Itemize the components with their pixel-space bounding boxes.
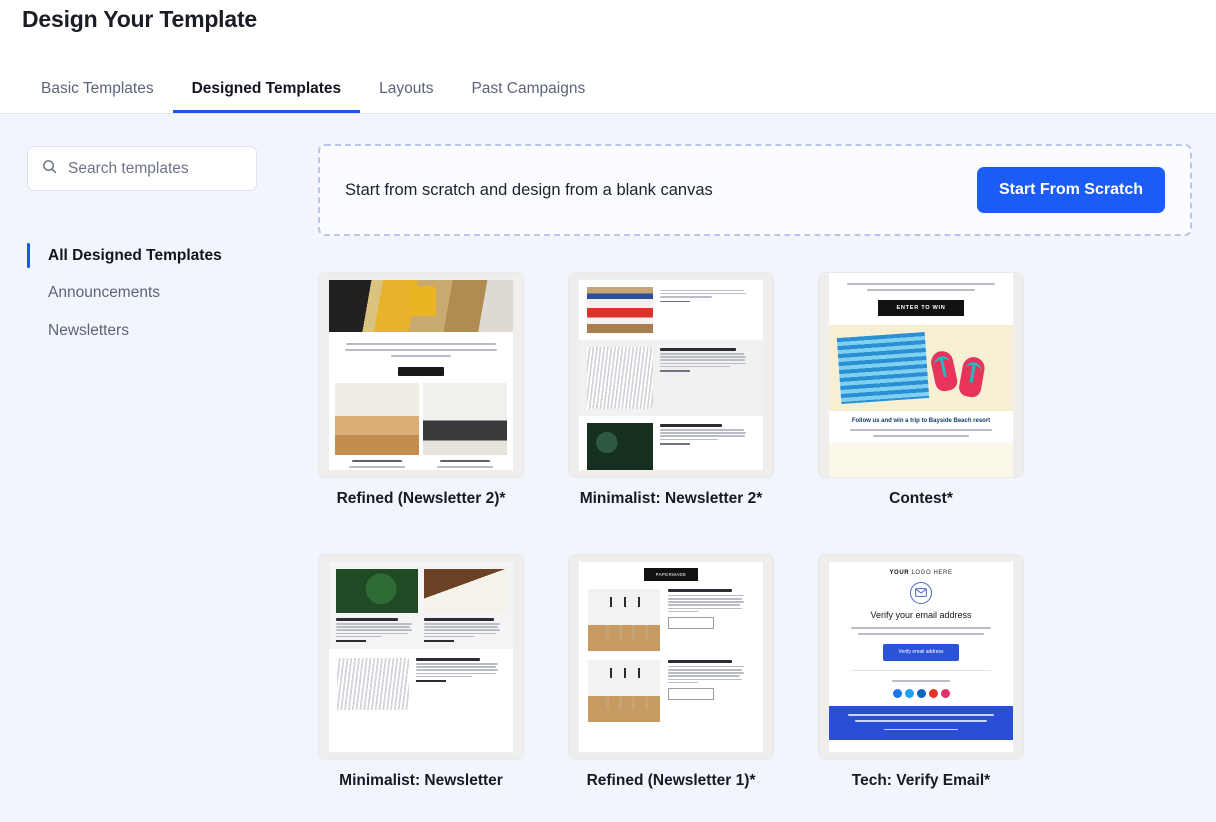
youtube-icon — [929, 689, 938, 698]
template-thumbnail[interactable]: PAPERMADE — [568, 554, 774, 760]
template-card-refined-newsletter-2[interactable]: Refined (Newsletter 2)* — [318, 272, 524, 510]
linkedin-icon — [917, 689, 926, 698]
thumb-block-fan — [579, 340, 763, 416]
thumb-learn-more-button — [668, 617, 714, 629]
thumb-logo-rest: LOGO HERE — [909, 570, 952, 576]
thumb-enter-to-win-button: ENTER TO WIN — [878, 300, 964, 316]
template-label: Contest* — [818, 489, 1024, 510]
main-content: Start from scratch and design from a bla… — [300, 114, 1216, 822]
thumb-logo-bold: YOUR — [889, 570, 909, 576]
envelope-icon — [910, 582, 932, 604]
tab-bar: Basic Templates Designed Templates Layou… — [22, 70, 604, 113]
tab-designed-templates[interactable]: Designed Templates — [173, 70, 361, 113]
page-body: Search templates All Designed Templates … — [0, 114, 1216, 822]
thumb-brand-tag: PAPERMADE — [644, 568, 698, 581]
thumb-heading: Verify your email address — [839, 610, 1003, 620]
thumb-flipflop-left — [929, 349, 959, 393]
thumb-fan-block — [329, 649, 513, 710]
thumb-captions — [329, 455, 513, 470]
thumb-kitchen-image — [335, 383, 419, 455]
banner-text: Start from scratch and design from a bla… — [345, 181, 713, 200]
sidebar-item-all-designed-templates[interactable]: All Designed Templates — [27, 237, 300, 274]
sidebar-nav: All Designed Templates Announcements New… — [27, 237, 300, 349]
thumb-flipflop-right — [958, 355, 987, 398]
thumb-towel-shape — [837, 332, 929, 404]
thumb-headline: Follow us and win a trip to Bayside Beac… — [839, 418, 1003, 424]
sidebar-item-announcements[interactable]: Announcements — [27, 274, 300, 311]
thumb-footer — [829, 706, 1013, 740]
thumb-learn-more-button — [668, 688, 714, 700]
thumb-fan-image — [337, 658, 409, 710]
template-card-tech-verify-email[interactable]: YOUR LOGO HERE Verify your email address — [818, 554, 1024, 792]
template-label: Refined (Newsletter 1)* — [568, 771, 774, 792]
thumb-kitchen-image — [588, 589, 660, 651]
thumb-plant-image — [336, 569, 418, 613]
thumb-image-grid — [329, 383, 513, 455]
thumb-notebook-image — [424, 569, 506, 613]
thumb-chair-shape — [410, 286, 436, 316]
thumb-body-text — [839, 625, 1003, 637]
search-icon — [42, 159, 57, 179]
template-card-refined-newsletter-1[interactable]: PAPERMADE — [568, 554, 774, 792]
template-label: Minimalist: Newsletter — [318, 771, 524, 792]
thumb-divider — [851, 670, 991, 671]
facebook-icon — [893, 689, 902, 698]
tab-layouts[interactable]: Layouts — [360, 70, 452, 113]
thumb-social-icons — [839, 689, 1003, 698]
top-header: Design Your Template Basic Templates Des… — [0, 0, 1216, 114]
tab-past-campaigns[interactable]: Past Campaigns — [452, 70, 604, 113]
thumb-fan-image — [587, 347, 653, 409]
thumb-kitchen-image — [588, 660, 660, 722]
thumb-hero-image — [329, 280, 513, 332]
page-title: Design Your Template — [22, 6, 257, 33]
sidebar: Search templates All Designed Templates … — [0, 114, 300, 822]
template-label: Tech: Verify Email* — [818, 771, 1024, 792]
thumb-logo-placeholder: YOUR LOGO HERE — [839, 570, 1003, 576]
tab-basic-templates[interactable]: Basic Templates — [22, 70, 173, 113]
thumb-leaves-image — [587, 423, 653, 470]
thumb-bedroom-image — [423, 383, 507, 455]
template-label: Refined (Newsletter 2)* — [318, 489, 524, 510]
thumb-verify-button: Verify email address — [883, 644, 959, 661]
template-thumbnail[interactable] — [568, 272, 774, 478]
search-input[interactable]: Search templates — [27, 146, 257, 191]
template-thumbnail[interactable] — [318, 272, 524, 478]
template-grid: Refined (Newsletter 2)* — [318, 272, 1192, 792]
twitter-icon — [905, 689, 914, 698]
thumb-block-1 — [579, 589, 763, 660]
start-from-scratch-banner: Start from scratch and design from a bla… — [318, 144, 1192, 236]
thumb-cta-button — [398, 367, 444, 376]
thumb-two-column-block — [329, 562, 513, 649]
template-thumbnail[interactable] — [318, 554, 524, 760]
template-card-contest[interactable]: ENTER TO WIN Follow us and win a trip to… — [818, 272, 1024, 510]
thumb-social-label — [839, 678, 1003, 684]
template-card-minimalist-newsletter-2[interactable]: Minimalist: Newsletter 2* — [568, 272, 774, 510]
thumb-books-image — [587, 287, 653, 333]
thumb-block-2 — [579, 660, 763, 731]
thumb-block-leaves — [579, 416, 763, 470]
search-placeholder: Search templates — [68, 160, 189, 178]
sidebar-item-newsletters[interactable]: Newsletters — [27, 312, 300, 349]
thumb-block-books — [579, 280, 763, 340]
template-thumbnail[interactable]: YOUR LOGO HERE Verify your email address — [818, 554, 1024, 760]
thumb-bottom-text: Follow us and win a trip to Bayside Beac… — [829, 411, 1013, 443]
template-thumbnail[interactable]: ENTER TO WIN Follow us and win a trip to… — [818, 272, 1024, 478]
start-from-scratch-button[interactable]: Start From Scratch — [977, 167, 1165, 213]
thumb-body-text — [329, 332, 513, 363]
template-label: Minimalist: Newsletter 2* — [568, 489, 774, 510]
template-card-minimalist-newsletter[interactable]: Minimalist: Newsletter — [318, 554, 524, 792]
instagram-icon — [941, 689, 950, 698]
thumb-top-text: ENTER TO WIN — [829, 273, 1013, 325]
thumb-beach-image — [829, 325, 1013, 411]
